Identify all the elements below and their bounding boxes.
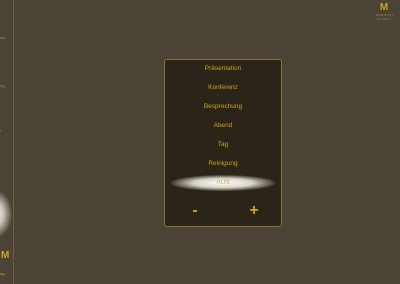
sidebar-label-2[interactable]: ng (0, 83, 4, 88)
scene-item-besprechung[interactable]: Besprechung (165, 102, 281, 112)
increase-button[interactable]: + (245, 202, 263, 220)
sidebar-selection-highlight (0, 190, 12, 238)
scene-item-abend[interactable]: Abend (165, 121, 281, 131)
brand-wordmark: MARRIOTT HOTELS (376, 13, 395, 21)
marriott-mark-icon: M (379, 2, 389, 13)
scene-item-tag[interactable]: Tag (165, 140, 281, 150)
scene-panel: Präsentation Konferenz Besprechung Abend… (164, 59, 282, 227)
scene-item-reinigung[interactable]: Reinigung (165, 159, 281, 169)
scene-item-aus[interactable]: AUS (165, 178, 281, 188)
sidebar-label-1[interactable]: tze (0, 35, 5, 40)
sidebar-bottom-label[interactable]: ng (0, 271, 4, 276)
brand-logo: M MARRIOTT HOTELS (376, 2, 395, 22)
scene-item-konferenz[interactable]: Konferenz (165, 83, 281, 93)
scene-item-praesentation[interactable]: Präsentation (165, 64, 281, 74)
decrease-button[interactable]: - (186, 202, 204, 220)
sidebar-label-3[interactable]: i (0, 128, 1, 133)
marriott-logo-icon: M (1, 250, 10, 261)
left-sidebar: tze ng i M ng (0, 0, 14, 284)
